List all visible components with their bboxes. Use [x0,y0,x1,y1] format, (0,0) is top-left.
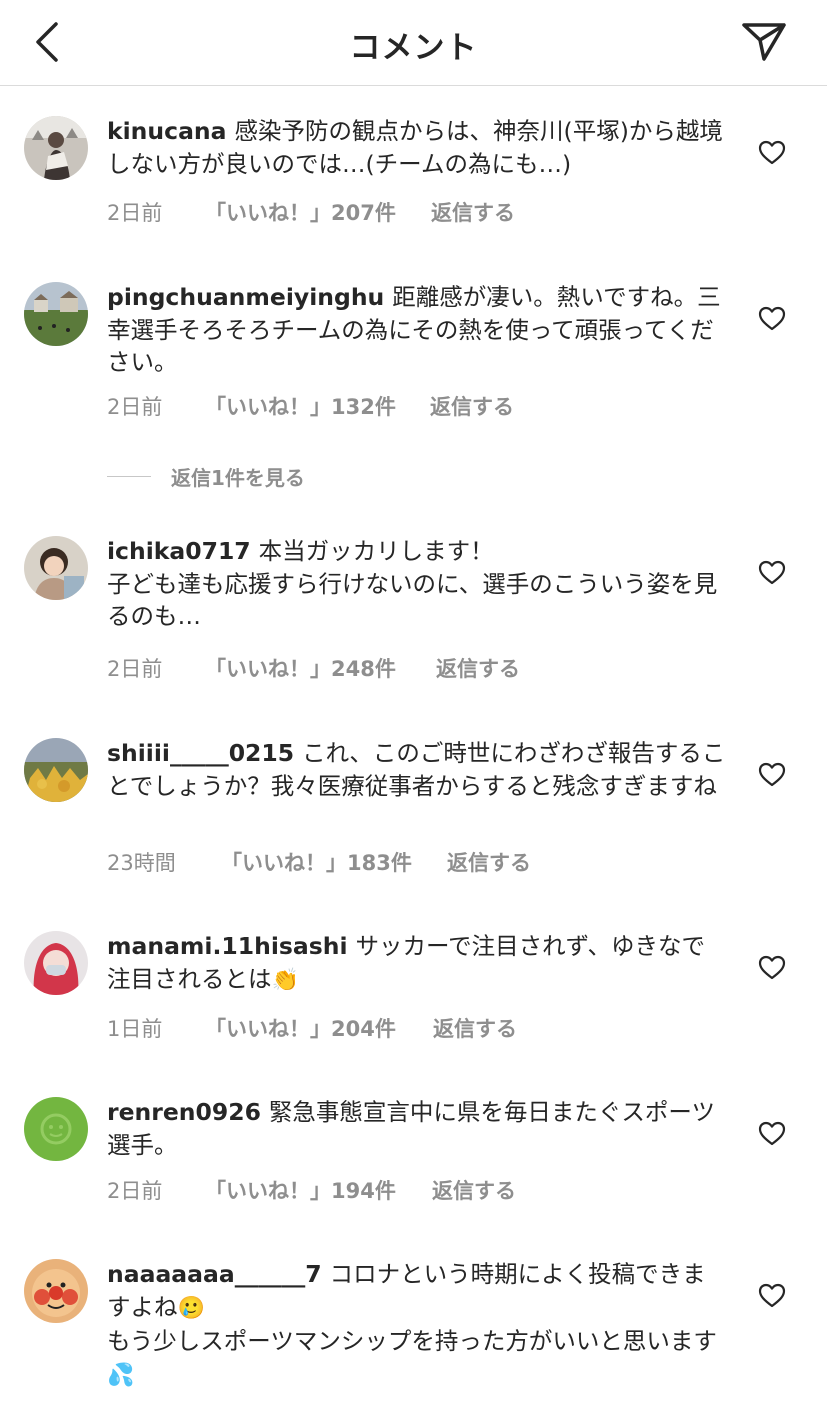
comment-text-line2: 子ども達も応援すら行けないのに、選手のこういう姿を見るのも… [107,569,718,631]
heart-icon[interactable] [758,1283,786,1309]
avatar[interactable] [24,931,88,995]
reply-button[interactable]: 返信する [436,653,520,683]
comment-text: 本当ガッカリします！ [258,537,494,565]
comment-time: 2日前 [107,1179,163,1203]
username[interactable]: ichika0717 [107,537,251,565]
share-button[interactable] [738,18,790,66]
likes-count[interactable]: 「いいね！」204件 [205,1013,433,1043]
comment-time: 2日前 [107,395,163,419]
header-bar: コメント [0,0,827,86]
paper-plane-icon [742,23,786,61]
reply-button[interactable]: 返信する [447,847,531,877]
comment-time: 2日前 [107,657,163,681]
sweat-droplets-emoji: 💦 [107,1362,135,1388]
avatar[interactable] [24,1097,88,1161]
reply-button[interactable]: 返信する [431,197,515,227]
avatar[interactable] [24,282,88,346]
likes-count[interactable]: 「いいね！」132件 [205,391,430,421]
username[interactable]: manami.11hisashi [107,932,348,960]
username[interactable]: naaaaaaa______7 [107,1260,322,1288]
avatar[interactable] [24,738,88,802]
heart-icon[interactable] [758,762,786,788]
username[interactable]: kinucana [107,117,227,145]
comment-time: 2日前 [107,201,163,225]
heart-icon[interactable] [758,560,786,586]
avatar[interactable] [24,536,88,600]
heart-icon[interactable] [758,955,786,981]
likes-count[interactable]: 「いいね！」183件 [221,847,447,877]
clapping-hands-emoji: 👏 [271,967,299,993]
comment-time: 23時間 [107,851,176,875]
avatar[interactable] [24,116,88,180]
username[interactable]: renren0926 [107,1098,261,1126]
likes-count[interactable]: 「いいね！」207件 [205,197,431,227]
likes-count[interactable]: 「いいね！」248件 [205,653,436,683]
username[interactable]: shiiii_____0215 [107,739,294,767]
likes-count[interactable]: 「いいね！」194件 [205,1175,432,1205]
username[interactable]: pingchuanmeiyinghu [107,283,384,311]
avatar[interactable] [24,1259,88,1323]
view-replies-label: 返信1件を見る [171,466,305,490]
divider [107,476,151,477]
heart-icon[interactable] [758,1121,786,1147]
reply-button[interactable]: 返信する [433,1013,517,1043]
comment-time: 1日前 [107,1017,163,1041]
reply-button[interactable]: 返信する [430,391,514,421]
reply-button[interactable]: 返信する [432,1175,516,1205]
smiling-tear-emoji: 🥲 [177,1295,205,1321]
page-title: コメント [349,30,478,66]
heart-icon[interactable] [758,140,786,166]
heart-icon[interactable] [758,306,786,332]
comment-text-line2: もう少しスポーツマンシップを持った方がいいと思います [107,1327,717,1355]
